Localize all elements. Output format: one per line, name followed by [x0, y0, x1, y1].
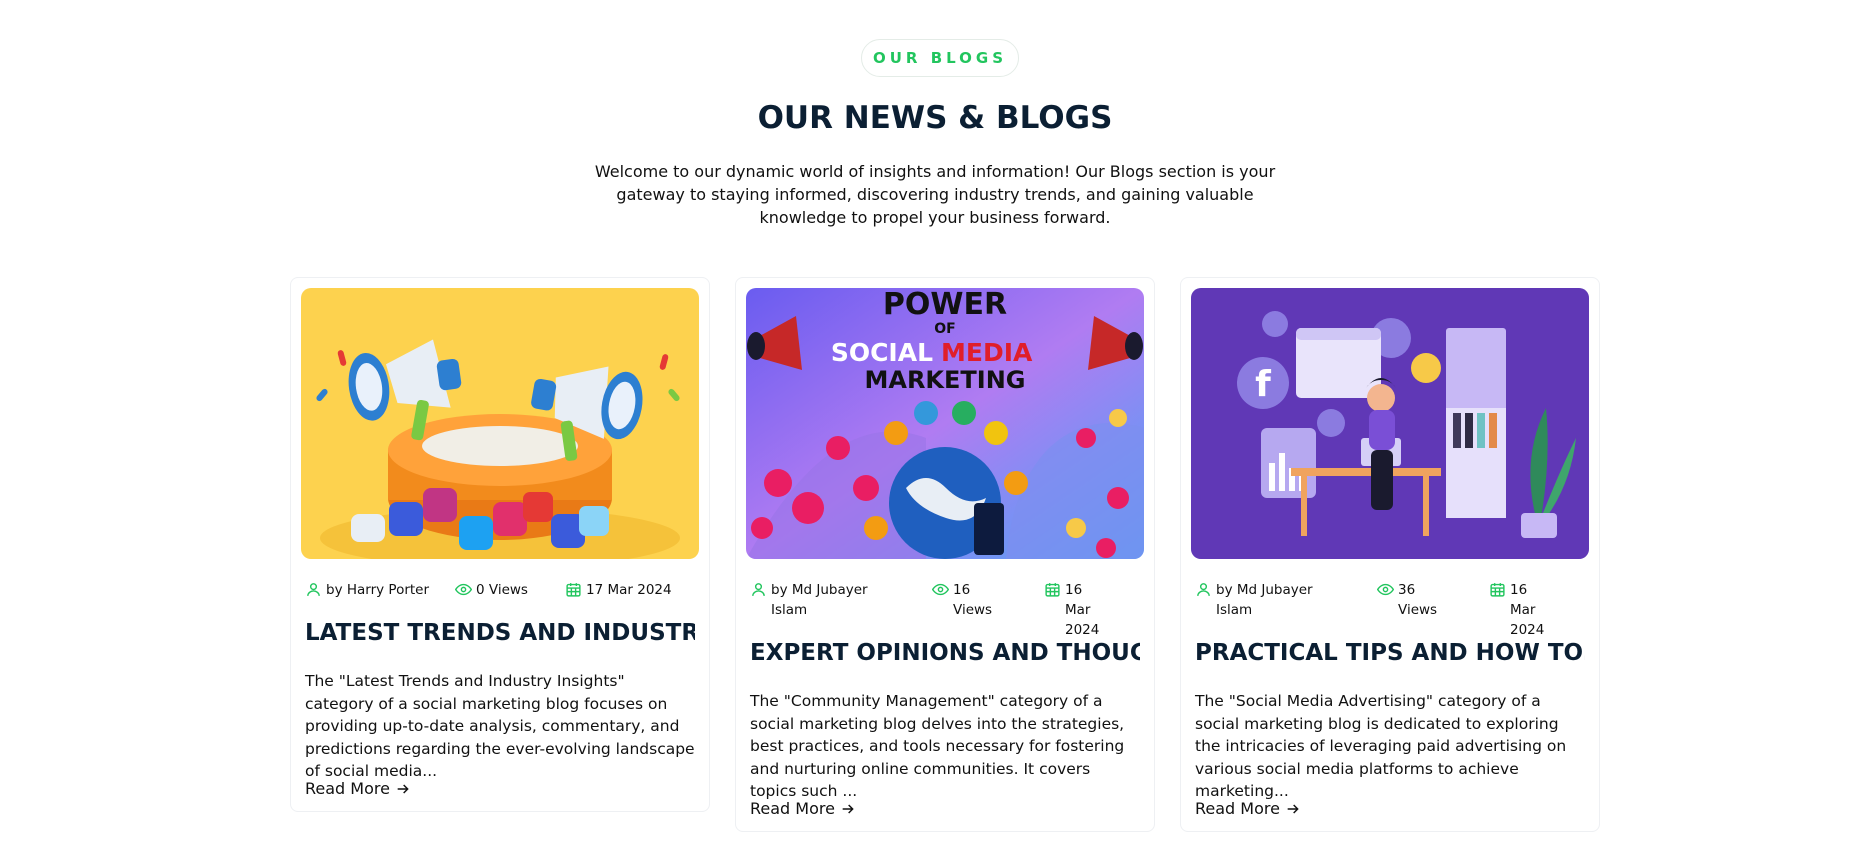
- blog-card[interactable]: f by Md Jubayer Islam 36 Views 16 Mar 20…: [1180, 277, 1600, 832]
- post-date: 16 Mar 2024: [1065, 582, 1100, 638]
- views-count: 0 Views: [476, 582, 528, 598]
- read-more-label: Read More: [305, 779, 390, 798]
- read-more-label: Read More: [750, 799, 835, 818]
- calendar-icon: [1490, 583, 1505, 597]
- views-count: 36 Views: [1398, 582, 1438, 618]
- read-more-link[interactable]: Read More: [1195, 799, 1301, 818]
- image-text-social: SOCIAL: [831, 338, 933, 367]
- blog-card-title[interactable]: LATEST TRENDS AND INDUSTRY...: [305, 620, 695, 646]
- author-meta: by Md Jubayer Islam: [750, 580, 932, 640]
- user-icon: [1197, 583, 1210, 596]
- image-text-of: OF: [934, 321, 955, 337]
- section-eyebrow-badge: OUR BLOGS: [861, 39, 1019, 77]
- arrow-right-icon: [1287, 803, 1299, 814]
- read-more-label: Read More: [1195, 799, 1280, 818]
- image-text-marketing: MARKETING: [864, 366, 1025, 394]
- arrow-right-icon: [397, 783, 409, 794]
- blog-card-meta: by Harry Porter 0 Views 17 Mar 2024: [305, 580, 695, 600]
- read-more-link[interactable]: Read More: [305, 779, 411, 798]
- views-meta: 16 Views: [932, 580, 1044, 640]
- blog-card-excerpt: The "Social Media Advertising" category …: [1195, 692, 1567, 800]
- blog-card-image[interactable]: POWER OF SOCIAL MEDIA MARKETING: [746, 288, 1144, 559]
- blogs-section: OUR BLOGS OUR NEWS & BLOGS Welcome to ou…: [0, 0, 1870, 862]
- blog-card-title[interactable]: PRACTICAL TIPS AND HOW TO...: [1195, 640, 1585, 666]
- blog-card[interactable]: by Harry Porter 0 Views 17 Mar 2024 LATE…: [290, 277, 710, 812]
- blog-card-excerpt: The "Latest Trends and Industry Insights…: [305, 672, 695, 780]
- eye-icon: [932, 583, 949, 596]
- blog-card-meta: by Md Jubayer Islam 16 Views 16 Mar 2024: [750, 580, 1140, 640]
- author-name: by Md Jubayer Islam: [1216, 582, 1313, 618]
- views-count: 16 Views: [953, 582, 993, 618]
- date-meta: 16 Mar 2024: [1044, 580, 1111, 640]
- user-icon: [307, 583, 320, 596]
- blog-card-excerpt: The "Community Management" category of a…: [750, 692, 1125, 800]
- views-meta: 36 Views: [1377, 580, 1489, 640]
- author-meta: by Harry Porter: [305, 580, 455, 600]
- read-more-link[interactable]: Read More: [750, 799, 856, 818]
- blog-card-title[interactable]: EXPERT OPINIONS AND THOUGHT...: [750, 640, 1140, 666]
- post-date: 17 Mar 2024: [586, 582, 672, 598]
- calendar-icon: [1045, 583, 1060, 597]
- eye-icon: [1377, 583, 1394, 596]
- date-meta: 17 Mar 2024: [565, 580, 672, 600]
- blog-card-meta: by Md Jubayer Islam 36 Views 16 Mar 2024: [1195, 580, 1585, 640]
- arrow-right-icon: [842, 803, 854, 814]
- section-title: OUR NEWS & BLOGS: [757, 100, 1113, 136]
- eye-icon: [455, 583, 472, 596]
- svg-text:f: f: [1255, 364, 1271, 405]
- blog-card[interactable]: POWER OF SOCIAL MEDIA MARKETING by Md Ju…: [735, 277, 1155, 832]
- image-text-power: POWER: [883, 288, 1007, 322]
- image-text-media: MEDIA: [941, 338, 1033, 367]
- post-date: 16 Mar 2024: [1510, 582, 1545, 638]
- date-meta: 16 Mar 2024: [1489, 580, 1556, 640]
- user-icon: [752, 583, 765, 596]
- calendar-icon: [566, 583, 581, 597]
- blog-card-image[interactable]: [301, 288, 699, 559]
- author-name: by Md Jubayer Islam: [771, 582, 868, 618]
- blog-card-image[interactable]: f: [1191, 288, 1589, 559]
- section-intro: Welcome to our dynamic world of insights…: [594, 162, 1276, 227]
- author-meta: by Md Jubayer Islam: [1195, 580, 1377, 640]
- author-name: by Harry Porter: [326, 582, 430, 598]
- views-meta: 0 Views: [455, 580, 565, 600]
